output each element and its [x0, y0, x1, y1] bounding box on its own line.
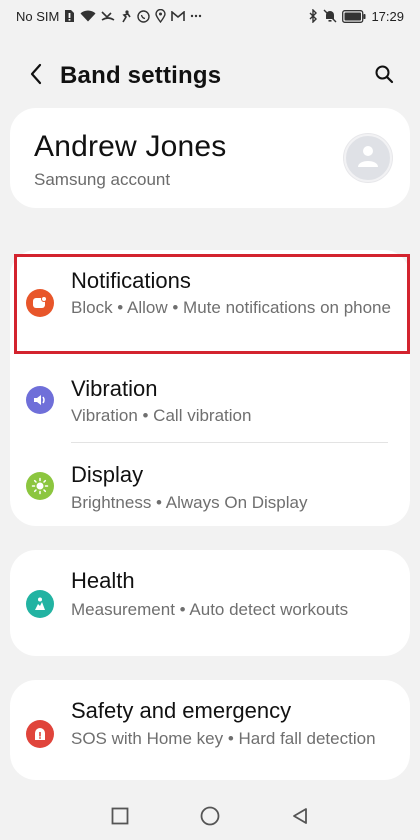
notifications-title: Notifications — [71, 268, 191, 293]
search-icon — [374, 64, 394, 89]
vibration-title: Vibration — [71, 376, 158, 401]
back-button[interactable] — [22, 62, 50, 90]
avatar[interactable] — [344, 134, 392, 182]
carrier-label: No SIM — [16, 8, 60, 24]
mute-icon — [323, 9, 337, 23]
nav-back-button[interactable] — [288, 806, 312, 830]
safety-row[interactable]: Safety and emergency SOS with Home key •… — [10, 680, 410, 780]
health-subtitle: Measurement • Auto detect workouts — [71, 600, 349, 619]
settings-group-health: Health Measurement • Auto detect workout… — [10, 550, 410, 656]
status-bar-left: No SIM — [16, 9, 202, 24]
battery-icon — [342, 9, 366, 23]
speaker-icon — [26, 386, 54, 414]
sun-icon — [26, 472, 54, 500]
safety-title: Safety and emergency — [71, 698, 292, 723]
status-bar-right: 17:29 — [309, 9, 404, 24]
display-title: Display — [71, 462, 144, 487]
health-row[interactable]: Health Measurement • Auto detect workout… — [10, 550, 410, 656]
whatsapp-icon — [137, 9, 151, 23]
vibration-subtitle: Vibration • Call vibration — [71, 406, 252, 425]
search-button[interactable] — [370, 62, 398, 90]
divider — [71, 442, 388, 443]
home-button[interactable] — [198, 806, 222, 830]
more-dots-icon — [190, 14, 202, 18]
clock-label: 17:29 — [371, 8, 404, 24]
display-subtitle: Brightness • Always On Display — [71, 493, 308, 512]
status-bar: No SIM 17:29 — [0, 0, 420, 32]
square-icon — [111, 807, 129, 830]
account-name: Andrew Jones — [34, 130, 227, 163]
account-subtitle: Samsung account — [34, 170, 171, 189]
bluetooth-icon — [309, 9, 318, 23]
notifications-row[interactable]: Notifications Block • Allow • Mute notif… — [10, 260, 410, 352]
location-icon — [155, 9, 167, 23]
settings-group-safety: Safety and emergency SOS with Home key •… — [10, 680, 410, 780]
triangle-back-icon — [291, 807, 309, 830]
missed-call-icon — [101, 10, 115, 22]
display-row[interactable]: Display Brightness • Always On Display — [10, 456, 410, 522]
notification-icon — [26, 289, 54, 317]
recents-button[interactable] — [108, 806, 132, 830]
gmail-icon — [171, 10, 186, 22]
notifications-subtitle: Block • Allow • Mute notifications on ph… — [71, 298, 391, 317]
app-header: Band settings — [0, 54, 420, 100]
account-card[interactable]: Andrew Jones Samsung account — [10, 108, 410, 208]
chevron-left-icon — [29, 63, 43, 90]
fitness-icon — [120, 9, 132, 23]
vibration-row[interactable]: Vibration Vibration • Call vibration — [10, 370, 410, 438]
safety-subtitle: SOS with Home key • Hard fall detection — [71, 729, 376, 748]
person-icon — [357, 144, 379, 173]
health-icon — [26, 590, 54, 618]
circle-icon — [200, 806, 220, 831]
wifi-icon — [80, 10, 96, 22]
settings-group-main: Notifications Block • Allow • Mute notif… — [10, 250, 410, 526]
health-title: Health — [71, 568, 135, 593]
emergency-icon — [26, 720, 54, 748]
page-title: Band settings — [60, 62, 222, 89]
sim-alert-icon — [64, 9, 75, 23]
system-nav-bar — [0, 796, 420, 840]
